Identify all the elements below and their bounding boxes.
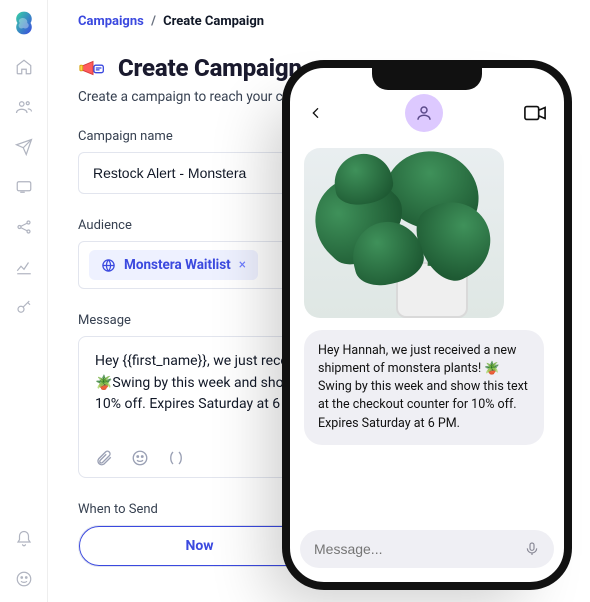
nav-send-icon[interactable] (15, 138, 33, 156)
message-bubble: Hey Hannah, we just received a new shipm… (304, 330, 544, 445)
emoji-icon[interactable] (131, 449, 149, 467)
nav-notifications-icon[interactable] (15, 530, 33, 548)
nav-inbox-icon[interactable] (15, 178, 33, 196)
megaphone-icon (78, 53, 108, 83)
nav-home-icon[interactable] (15, 58, 33, 76)
phone-compose[interactable] (300, 530, 554, 568)
breadcrumb-current: Create Campaign (163, 14, 264, 29)
app-logo-icon (11, 10, 37, 36)
audience-tag-icon (101, 258, 116, 273)
nav-help-icon[interactable] (15, 570, 33, 588)
contact-avatar[interactable] (405, 94, 443, 132)
microphone-icon[interactable] (524, 540, 540, 558)
image-attachment[interactable] (304, 148, 504, 318)
phone-body: Hey Hannah, we just received a new shipm… (290, 142, 564, 530)
phone-message-input[interactable] (314, 541, 524, 557)
nav-contacts-icon[interactable] (15, 98, 33, 116)
back-icon[interactable] (308, 105, 324, 121)
breadcrumb-sep: / (151, 14, 156, 29)
sidebar (0, 0, 48, 602)
phone-preview: Hey Hannah, we just received a new shipm… (282, 60, 572, 590)
nav-key-icon[interactable] (15, 298, 33, 316)
audience-tag-label: Monstera Waitlist (124, 257, 231, 273)
breadcrumb-parent[interactable]: Campaigns (78, 14, 144, 29)
audience-tag[interactable]: Monstera Waitlist × (89, 250, 258, 280)
page-title: Create Campaign (118, 54, 302, 82)
nav-share-icon[interactable] (15, 218, 33, 236)
phone-notch (372, 68, 482, 90)
breadcrumb: Campaigns / Create Campaign (78, 14, 560, 29)
variable-icon[interactable] (167, 449, 185, 467)
video-call-icon[interactable] (524, 105, 546, 121)
audience-tag-remove[interactable]: × (239, 257, 246, 273)
nav-analytics-icon[interactable] (15, 258, 33, 276)
person-icon (415, 104, 433, 122)
attachment-icon[interactable] (95, 449, 113, 467)
